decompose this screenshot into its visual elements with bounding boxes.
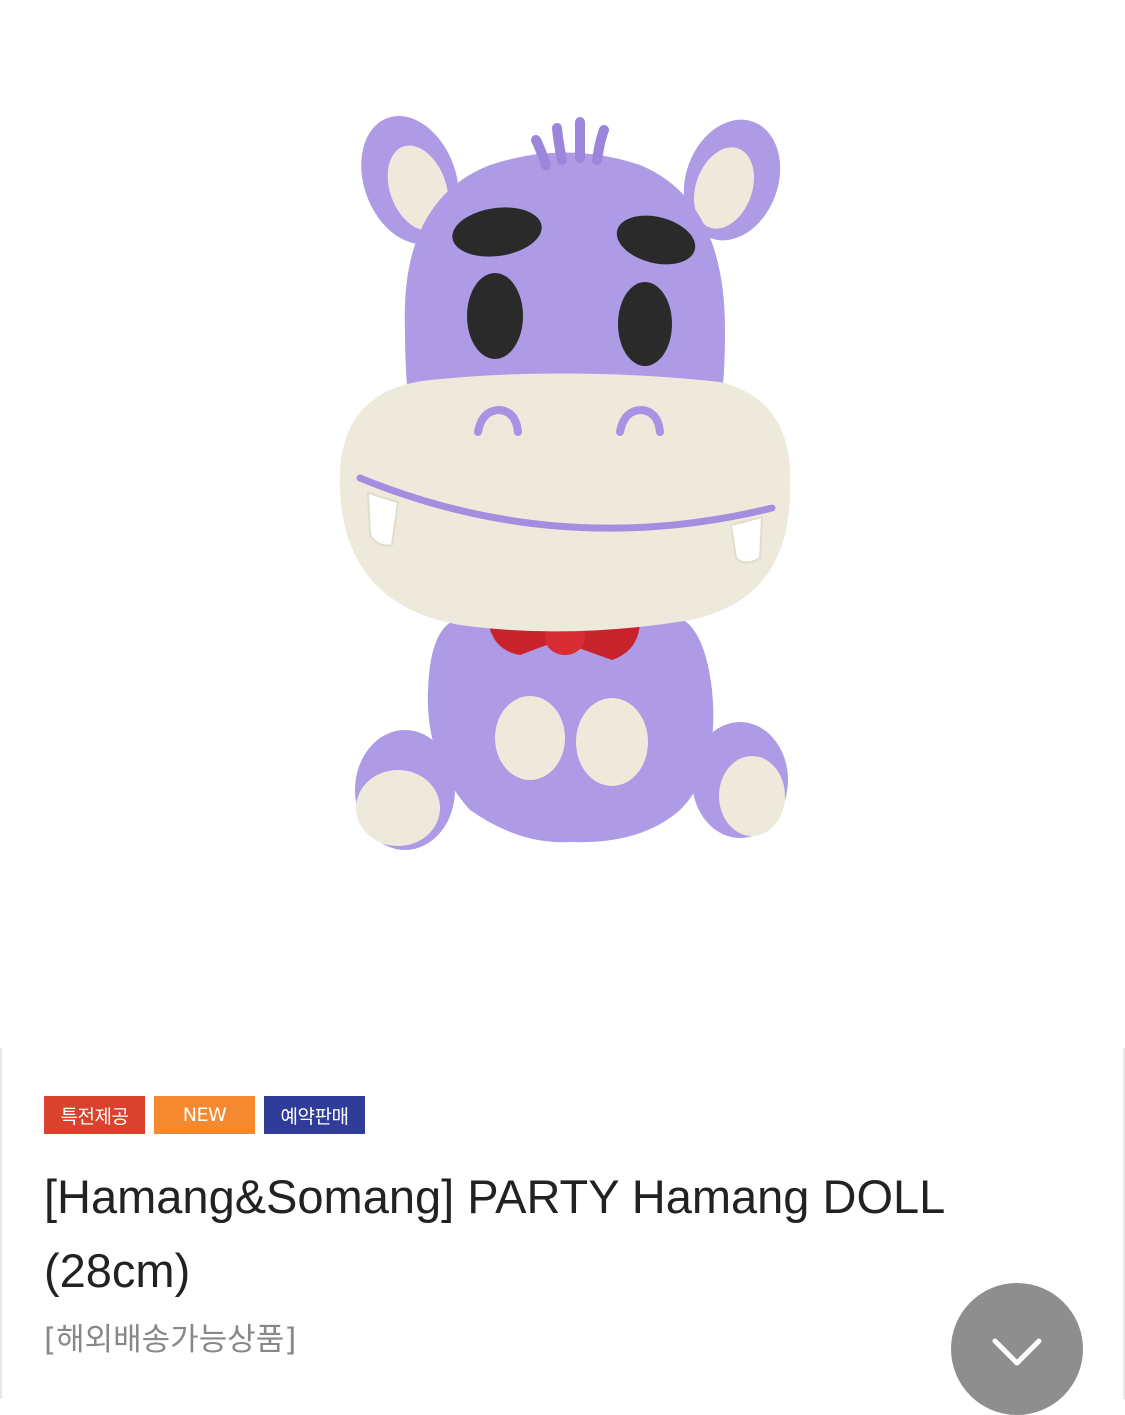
- scroll-down-button[interactable]: [951, 1283, 1083, 1415]
- badge-new: NEW: [154, 1096, 255, 1134]
- chevron-down-icon: [992, 1338, 1042, 1366]
- badge-special-benefit: 특전제공: [44, 1096, 145, 1134]
- product-title: [Hamang&Somang] PARTY Hamang DOLL (28cm): [44, 1170, 944, 1297]
- product-image: [339, 116, 791, 850]
- badge-preorder: 예약판매: [264, 1096, 365, 1134]
- badge-list: 특전제공 NEW 예약판매: [44, 1096, 365, 1134]
- product-image-area: [0, 0, 1125, 1048]
- shipping-availability-note: [해외배송가능상품]: [44, 1322, 297, 1358]
